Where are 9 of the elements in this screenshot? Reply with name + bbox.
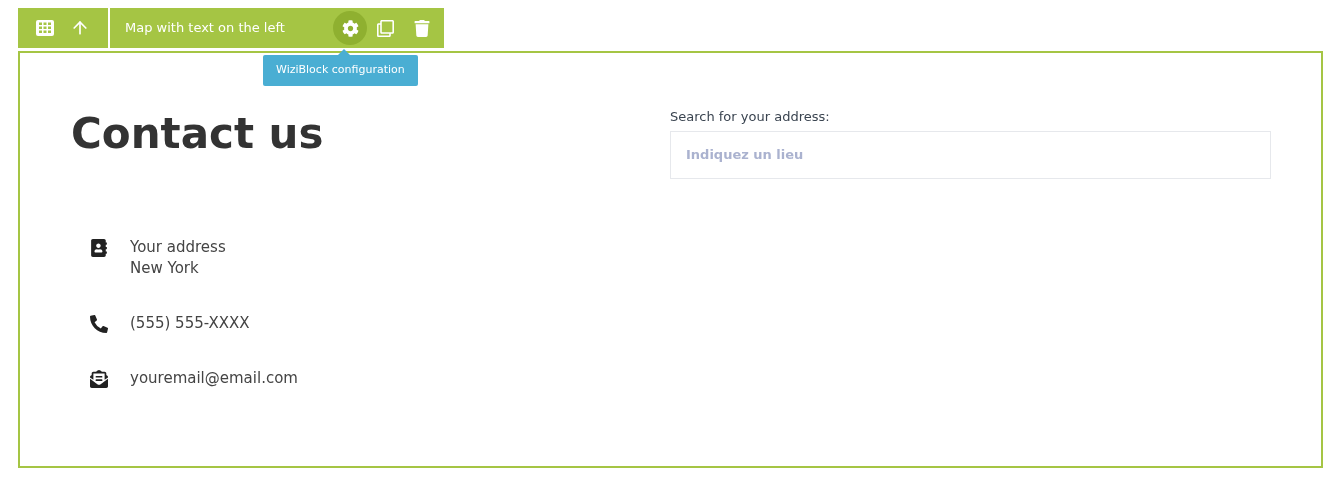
contact-text: youremail@email.com (130, 368, 298, 389)
search-label: Search for your address: (670, 108, 831, 126)
contact-text: (555) 555-XXXX (130, 313, 250, 334)
tooltip: WiziBlock configuration (263, 55, 418, 86)
heading: Contact us (71, 113, 325, 155)
contact-text: Your address (130, 237, 226, 258)
contact-text: New York (130, 258, 200, 279)
block-name: Map with text on the left (125, 19, 285, 38)
search-field[interactable]: Indiquez un lieu (670, 130, 1271, 179)
